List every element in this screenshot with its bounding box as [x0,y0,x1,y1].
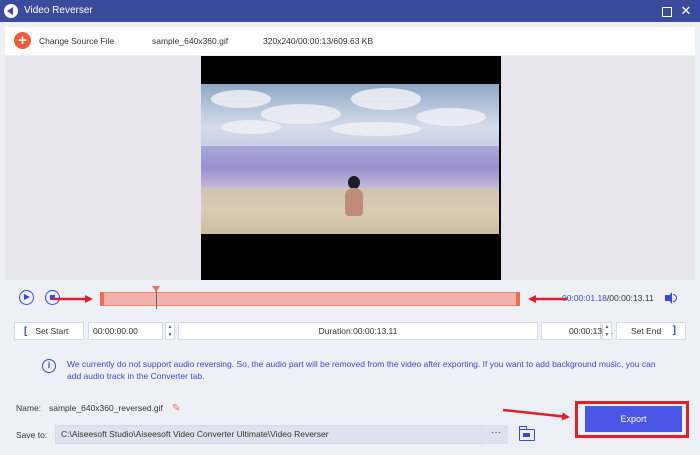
maximize-button[interactable] [658,3,674,19]
arrow-to-export-icon [502,408,570,421]
set-end-label: Set End [631,326,662,336]
open-folder-icon[interactable] [519,426,535,441]
audio-notice: i We currently do not support audio reve… [5,344,695,390]
set-start-label: Set Start [35,326,69,336]
save-to-label: Save to: [16,430,48,440]
end-time-field[interactable]: 00:00:13.11 [541,322,613,340]
output-name-value: sample_640x360_reversed.gif [49,403,163,413]
set-end-button[interactable]: Set End] [616,322,686,340]
play-icon[interactable] [19,290,34,305]
source-toolbar: + Change Source File sample_640x360.gif … [5,27,695,55]
start-bracket-icon: [ [24,326,28,337]
playback-timeline: 00:00:01.18/00:00:13.11 [5,281,695,315]
notice-text: We currently do not support audio revers… [67,359,656,381]
name-label: Name: [16,403,42,413]
playhead[interactable] [156,289,157,309]
frame-person [343,176,365,218]
source-file-name: sample_640x360.gif [152,36,229,46]
trim-range-row: [ Set Start 00:00:00.00 ▲ ▼ Duration:00:00… [14,322,686,340]
time-readout: 00:00:01.18/00:00:13.11 [562,293,654,303]
end-time-stepper[interactable]: ▲ ▼ [602,322,612,340]
set-start-button[interactable]: [ Set Start [14,322,84,340]
duration-display: Duration:00:00:13.11 [178,322,538,340]
end-bracket-icon: ] [672,325,676,336]
trim-track[interactable] [100,292,520,306]
change-source-button[interactable]: Change Source File [39,36,114,46]
info-icon: i [42,359,56,373]
edit-name-icon[interactable]: ✎ [172,403,180,414]
video-frame [201,84,499,234]
browse-more-button[interactable]: ··· [484,425,508,444]
window-title: Video Reverser [24,5,93,16]
frame-sky [201,84,499,146]
total-time: 00:00:13.11 [609,293,654,303]
export-button[interactable]: Export [585,406,682,432]
save-path-field[interactable]: C:\Aiseesoft Studio\Aiseesoft Video Conv… [55,425,508,444]
add-source-icon[interactable]: + [14,32,31,49]
start-time-field[interactable]: 00:00:00.00 [88,322,163,340]
volume-icon[interactable] [665,292,677,304]
title-bar: Video Reverser ✕ [0,0,700,22]
current-time: 00:00:01.18 [562,293,607,303]
playhead-marker-icon[interactable] [152,286,160,292]
start-time-stepper[interactable]: ▲ ▼ [165,322,175,340]
trim-end-handle[interactable] [516,292,520,306]
close-button[interactable]: ✕ [678,3,694,19]
app-icon [4,4,18,18]
trim-start-handle[interactable] [100,292,104,306]
stop-icon[interactable] [45,290,60,305]
source-file-info: 320x240/00:00:13/609.63 KB [263,36,374,46]
